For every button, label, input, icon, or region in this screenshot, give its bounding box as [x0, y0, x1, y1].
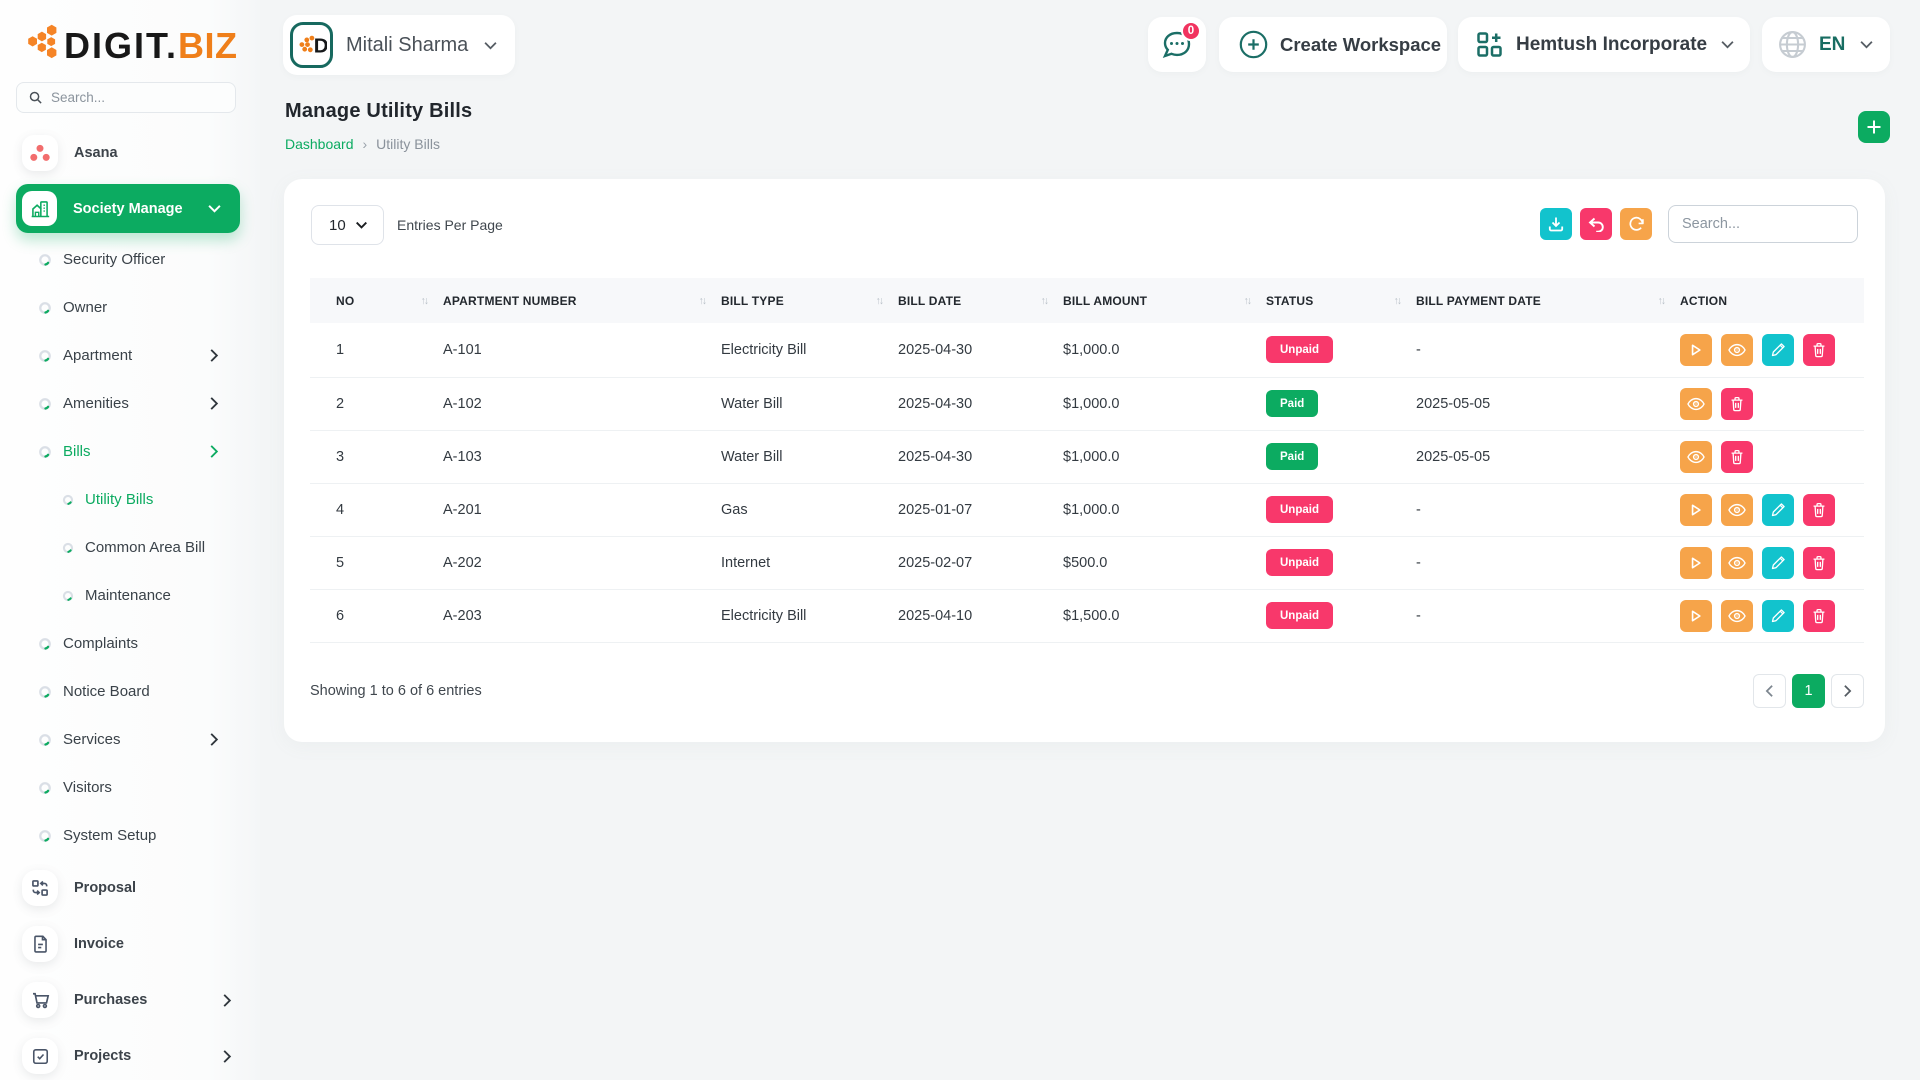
svg-text:D: D — [314, 35, 327, 58]
